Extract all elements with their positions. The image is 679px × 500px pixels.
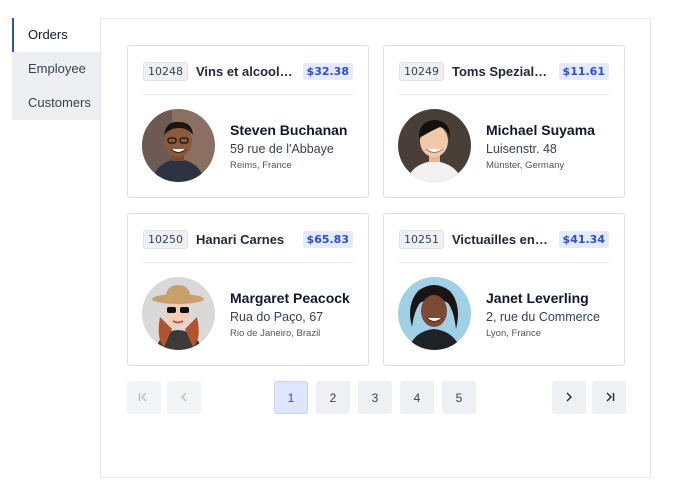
ship-name: Toms Spezialitäten xyxy=(452,63,550,79)
employee-name: Janet Leverling xyxy=(486,290,589,306)
chevron-right-icon xyxy=(565,391,573,405)
order-id-badge: 10248 xyxy=(143,61,188,81)
last-page-button[interactable] xyxy=(592,381,626,414)
freight-badge: $41.34 xyxy=(558,230,609,248)
employee-city: Reims, France xyxy=(230,160,292,171)
sidebar: Orders Employee Customers xyxy=(12,18,100,120)
card-divider xyxy=(399,262,609,263)
freight-badge: $32.38 xyxy=(302,62,353,80)
employee-info: Steven Buchanan 59 rue de l'Abbaye Reims… xyxy=(230,122,347,171)
card-divider xyxy=(143,262,353,263)
employee-city: Rio de Janeiro, Brazil xyxy=(230,328,321,339)
order-id-badge: 10251 xyxy=(399,229,444,249)
tab-customers[interactable]: Customers xyxy=(12,86,100,120)
prev-page-button[interactable] xyxy=(167,381,201,414)
tab-orders[interactable]: Orders xyxy=(12,18,100,52)
ship-name: Hanari Carnes xyxy=(196,231,285,247)
employee-name: Steven Buchanan xyxy=(230,122,348,138)
avatar xyxy=(398,277,471,350)
order-card[interactable]: 10250 Hanari Carnes $65.83 Margaret Peac… xyxy=(127,213,369,366)
next-page-button[interactable] xyxy=(552,381,586,414)
avatar xyxy=(142,109,215,182)
avatar xyxy=(398,109,471,182)
page-5-button[interactable]: 5 xyxy=(442,381,476,414)
employee-info: Janet Leverling 2, rue du Commerce Lyon,… xyxy=(486,290,600,339)
employee-name: Margaret Peacock xyxy=(230,290,350,306)
order-card[interactable]: 10251 Victuailles en stock $41.34 Janet … xyxy=(383,213,625,366)
order-card-header: 10251 Victuailles en stock $41.34 xyxy=(399,229,609,249)
page-1-button[interactable]: 1 xyxy=(274,381,308,414)
order-card[interactable]: 10248 Vins et alcools Chevalier $32.38 S… xyxy=(127,45,369,198)
last-page-icon xyxy=(603,391,615,405)
chevron-left-icon xyxy=(180,391,188,405)
employee-info: Michael Suyama Luisenstr. 48 Münster, Ge… xyxy=(486,122,595,171)
employee-address: Luisenstr. 48 xyxy=(486,142,557,156)
page-4-button[interactable]: 4 xyxy=(400,381,434,414)
employee-address: 59 rue de l'Abbaye xyxy=(230,142,334,156)
ship-name: Victuailles en stock xyxy=(452,231,550,247)
order-card-header: 10248 Vins et alcools Chevalier $32.38 xyxy=(143,61,353,81)
employee-address: Rua do Paço, 67 xyxy=(230,310,324,324)
card-divider xyxy=(143,94,353,95)
freight-badge: $11.61 xyxy=(558,62,609,80)
order-id-badge: 10250 xyxy=(143,229,188,249)
page-2-button[interactable]: 2 xyxy=(316,381,350,414)
orders-panel: 10248 Vins et alcools Chevalier $32.38 S… xyxy=(100,18,651,478)
freight-badge: $65.83 xyxy=(302,230,353,248)
tab-employee[interactable]: Employee xyxy=(12,52,100,86)
avatar xyxy=(142,277,215,350)
first-page-icon xyxy=(138,391,150,405)
first-page-button[interactable] xyxy=(127,381,161,414)
ship-name: Vins et alcools Chevalier xyxy=(196,63,294,79)
card-divider xyxy=(399,94,609,95)
order-card-header: 10250 Hanari Carnes $65.83 xyxy=(143,229,353,249)
page-3-button[interactable]: 3 xyxy=(358,381,392,414)
order-id-badge: 10249 xyxy=(399,61,444,81)
employee-name: Michael Suyama xyxy=(486,122,595,138)
employee-city: Münster, Germany xyxy=(486,160,565,171)
employee-city: Lyon, France xyxy=(486,328,542,339)
employee-address: 2, rue du Commerce xyxy=(486,310,600,324)
order-card[interactable]: 10249 Toms Spezialitäten $11.61 Michael … xyxy=(383,45,625,198)
order-card-header: 10249 Toms Spezialitäten $11.61 xyxy=(399,61,609,81)
employee-info: Margaret Peacock Rua do Paço, 67 Rio de … xyxy=(230,290,350,339)
